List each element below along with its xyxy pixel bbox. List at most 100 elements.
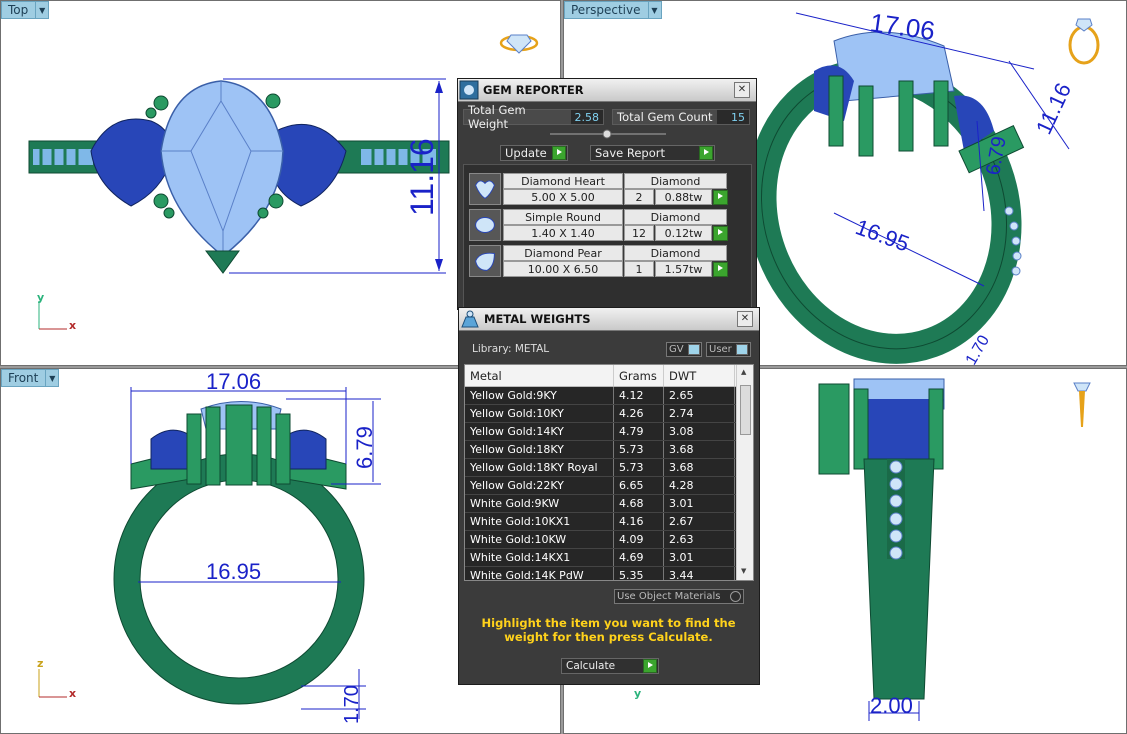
update-button[interactable]: Update	[500, 145, 568, 161]
metal-grams: 4.16	[614, 513, 664, 530]
round-gem-icon	[469, 209, 501, 241]
viewport-tab-top[interactable]: Top ▼	[1, 1, 50, 19]
scroll-down-icon[interactable]: ▼	[741, 567, 746, 575]
size-slider[interactable]	[548, 128, 668, 140]
metal-dwt: 4.28	[664, 477, 735, 494]
metal-weights-panel[interactable]: METAL WEIGHTS ✕ Library: METAL GV User M…	[458, 307, 760, 685]
gv-label: GV	[669, 344, 684, 355]
viewport-label: Perspective	[571, 3, 641, 17]
diamond-ring-icon	[499, 34, 539, 54]
heart-gem-icon	[469, 173, 501, 205]
use-object-materials-toggle[interactable]: Use Object Materials	[614, 589, 744, 604]
gem-reporter-panel[interactable]: GEM REPORTER ✕ Total Gem Weight 2.58 Tot…	[457, 78, 757, 310]
ring-side-icon	[1073, 382, 1091, 427]
col-dwt[interactable]: DWT	[664, 365, 735, 386]
metal-weights-title: METAL WEIGHTS	[484, 312, 591, 326]
viewport-tab-perspective[interactable]: Perspective ▼	[564, 1, 662, 19]
metal-name: Yellow Gold:9KY	[465, 387, 614, 404]
gem-count: 2	[624, 189, 654, 205]
play-icon[interactable]	[713, 190, 728, 205]
metal-grams: 5.35	[614, 567, 664, 580]
metal-table[interactable]: Metal Grams DWT Yellow Gold:9KY 4.12 2.65 Y…	[464, 364, 754, 581]
save-report-label: Save Report	[595, 146, 666, 160]
user-toggle[interactable]: User	[706, 342, 751, 357]
table-row[interactable]: White Gold:10KX1 4.16 2.67	[465, 513, 753, 531]
gem-size: 1.40 X 1.40	[503, 225, 623, 241]
scroll-up-icon[interactable]: ▲	[741, 368, 746, 376]
play-icon	[552, 146, 566, 160]
gem-item[interactable]: Simple Round Diamond 1.40 X 1.40 12 0.12…	[469, 209, 728, 241]
viewport-tab-front[interactable]: Front ▼	[1, 369, 60, 387]
gem-material: Diamond	[624, 245, 727, 261]
gem-size: 10.00 X 6.50	[503, 261, 623, 277]
play-icon[interactable]	[713, 226, 728, 241]
toggle-switch-icon	[735, 344, 748, 355]
table-row[interactable]: White Gold:9KW 4.68 3.01	[465, 495, 753, 513]
metal-name: Yellow Gold:18KY Royal	[465, 459, 614, 476]
metal-grams: 4.09	[614, 531, 664, 548]
gem-material: Diamond	[624, 209, 727, 225]
table-row[interactable]: Yellow Gold:9KY 4.12 2.65	[465, 387, 753, 405]
calculate-button[interactable]: Calculate	[561, 658, 659, 674]
metal-name: Yellow Gold:18KY	[465, 441, 614, 458]
gem-weight: 0.12tw	[655, 225, 712, 241]
close-icon[interactable]: ✕	[737, 311, 753, 327]
gem-item[interactable]: Diamond Heart Diamond 5.00 X 5.00 2 0.88…	[469, 173, 728, 205]
table-scrollbar[interactable]: ▲ ▼	[736, 365, 753, 580]
gem-size: 5.00 X 5.00	[503, 189, 623, 205]
use-object-materials-label: Use Object Materials	[617, 591, 721, 602]
user-label: User	[709, 344, 732, 355]
dim-persp-inner: 16.95	[852, 214, 912, 256]
close-icon[interactable]: ✕	[734, 82, 750, 98]
gem-name: Simple Round	[503, 209, 623, 225]
col-grams[interactable]: Grams	[614, 365, 664, 386]
total-gem-count-label: Total Gem Count	[613, 110, 717, 124]
metal-grams: 4.12	[614, 387, 664, 404]
metal-grams: 4.26	[614, 405, 664, 422]
play-icon	[643, 659, 657, 673]
gold-ring-icon	[1068, 18, 1100, 65]
metal-name: White Gold:10KX1	[465, 513, 614, 530]
metal-grams: 4.69	[614, 549, 664, 566]
metal-weights-titlebar[interactable]: METAL WEIGHTS ✕	[459, 308, 759, 331]
metal-grams: 6.65	[614, 477, 664, 494]
table-row[interactable]: Yellow Gold:10KY 4.26 2.74	[465, 405, 753, 423]
dim-top-height: 11.16	[404, 138, 440, 216]
library-label: Library: METAL	[472, 343, 550, 355]
table-row[interactable]: Yellow Gold:18KY Royal 5.73 3.68	[465, 459, 753, 477]
col-metal[interactable]: Metal	[465, 365, 614, 386]
metal-dwt: 3.44	[664, 567, 735, 580]
gem-item[interactable]: Diamond Pear Diamond 10.00 X 6.50 1 1.57…	[469, 245, 728, 277]
table-row[interactable]: White Gold:10KW 4.09 2.63	[465, 531, 753, 549]
chevron-down-icon[interactable]: ▼	[45, 370, 58, 386]
table-row[interactable]: White Gold:14KX1 4.69 3.01	[465, 549, 753, 567]
update-label: Update	[505, 146, 547, 160]
metal-dwt: 3.68	[664, 459, 735, 476]
metal-grams: 5.73	[614, 441, 664, 458]
total-gem-weight: Total Gem Weight 2.58	[463, 103, 604, 131]
table-row[interactable]: White Gold:14K PdW 5.35 3.44	[465, 567, 753, 580]
gem-reporter-title: GEM REPORTER	[483, 83, 584, 97]
chevron-down-icon[interactable]: ▼	[647, 2, 661, 18]
table-row[interactable]: Yellow Gold:14KY 4.79 3.08	[465, 423, 753, 441]
total-gem-weight-label: Total Gem Weight	[464, 103, 571, 131]
metal-name: White Gold:9KW	[465, 495, 614, 512]
dim-front-inner: 16.95	[206, 559, 261, 584]
metal-name: White Gold:14K PdW	[465, 567, 614, 580]
total-gem-count: Total Gem Count 15	[612, 109, 750, 125]
save-report-button[interactable]: Save Report	[590, 145, 715, 161]
scroll-thumb[interactable]	[740, 385, 751, 435]
gem-list[interactable]: Diamond Heart Diamond 5.00 X 5.00 2 0.88…	[463, 164, 752, 308]
play-icon	[699, 146, 713, 160]
chevron-down-icon[interactable]: ▼	[35, 2, 48, 18]
play-icon[interactable]	[713, 262, 728, 277]
table-row[interactable]: Yellow Gold:18KY 5.73 3.68	[465, 441, 753, 459]
gv-toggle[interactable]: GV	[666, 342, 702, 357]
gem-weight: 1.57tw	[655, 261, 712, 277]
dim-front-height: 6.79	[352, 426, 377, 469]
gem-reporter-titlebar[interactable]: GEM REPORTER ✕	[458, 79, 756, 102]
metal-table-body[interactable]: Yellow Gold:9KY 4.12 2.65 Yellow Gold:10KY 4…	[465, 387, 753, 580]
dim-front-band: 1.70	[341, 685, 363, 724]
table-row[interactable]: Yellow Gold:22KY 6.65 4.28	[465, 477, 753, 495]
metal-name: Yellow Gold:10KY	[465, 405, 614, 422]
